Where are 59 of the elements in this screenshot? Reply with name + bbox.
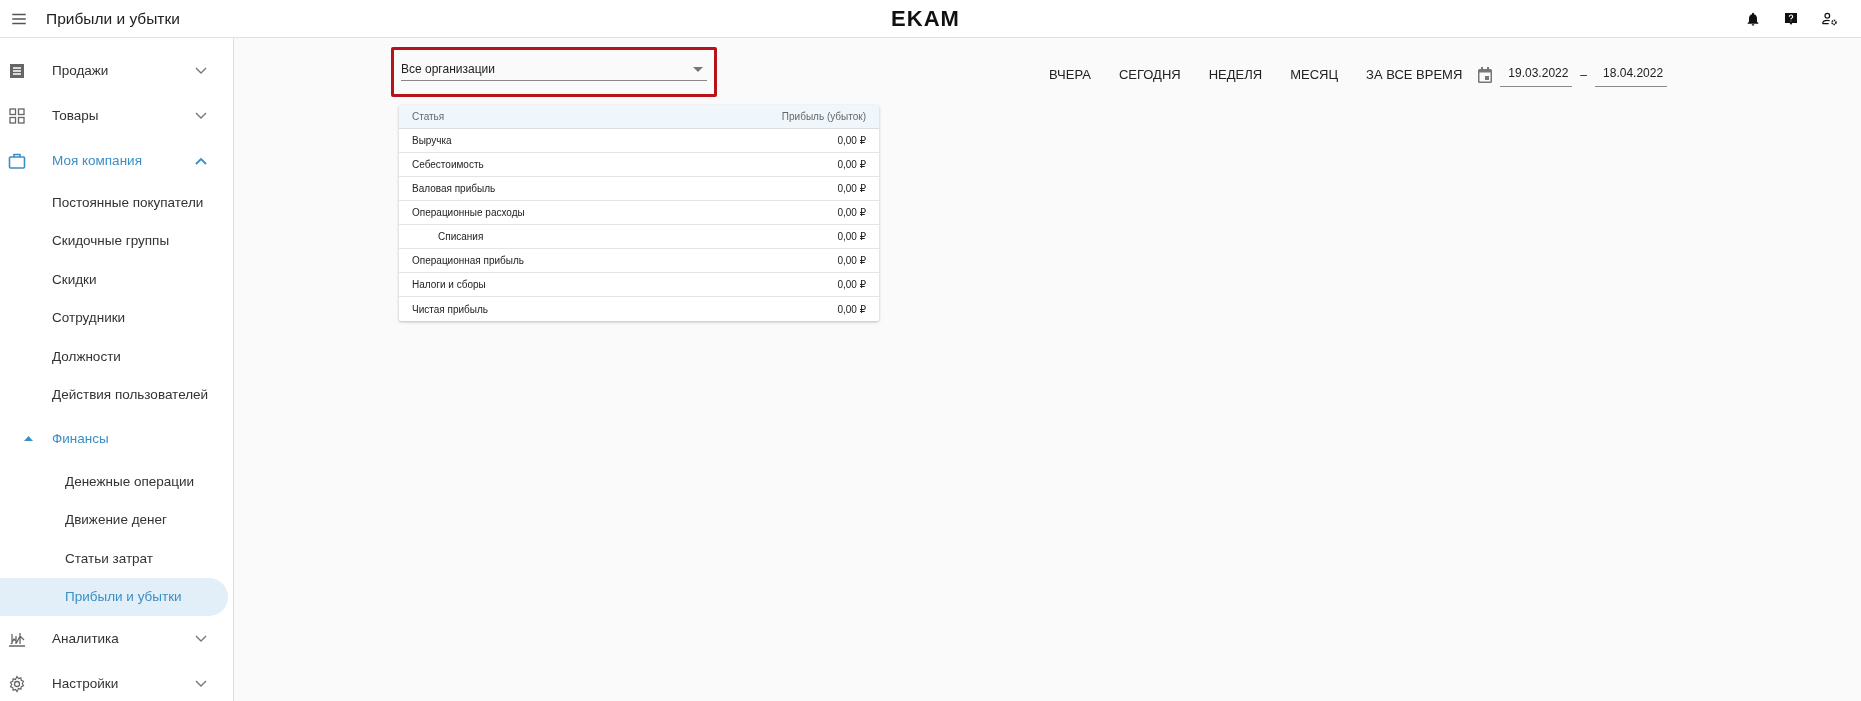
- chevron-down-icon: [195, 111, 207, 120]
- gear-icon: [8, 674, 26, 693]
- table-cell: 0,00 ₽: [837, 207, 866, 218]
- table-cell-text: Списания: [437, 231, 484, 242]
- table-cell: 0,00 ₽: [837, 183, 866, 194]
- nav-item[interactable]: Денежные операции: [0, 462, 233, 501]
- table-cell: Валовая прибыль: [412, 183, 496, 194]
- page-title: Прибыли и убытки: [46, 9, 180, 28]
- nav-item[interactable]: Действия пользователей: [0, 375, 233, 414]
- table-cell: Себестоимость: [412, 159, 484, 170]
- table-cell: 0,00 ₽: [837, 231, 866, 242]
- nav-item[interactable]: Скидки: [0, 260, 233, 299]
- receipt-icon: [8, 61, 26, 80]
- table-cell: Операционные расходы: [412, 207, 525, 218]
- nav-item[interactable]: Моя компания: [0, 138, 233, 183]
- chevron-up-icon: [195, 156, 207, 165]
- triangle-up-icon: [24, 435, 33, 441]
- table-cell: Операционная прибыль: [412, 255, 525, 266]
- calendar-icon[interactable]: [1478, 66, 1493, 83]
- bell-icon[interactable]: [1745, 10, 1761, 27]
- date-to-field[interactable]: 18.04.2022: [1595, 62, 1668, 87]
- logo: EKAM: [891, 6, 960, 32]
- period-button[interactable]: МЕСЯЦ: [1276, 61, 1353, 88]
- date-separator: –: [1580, 67, 1588, 82]
- help-icon[interactable]: [1783, 10, 1799, 27]
- table-cell: Выручка: [412, 135, 452, 146]
- nav-item[interactable]: Настройки: [0, 661, 233, 701]
- nav-item[interactable]: Продажи: [0, 48, 233, 93]
- chevron-down-icon: [195, 634, 207, 643]
- table-cell: Чистая прибыль: [412, 303, 488, 315]
- chevron-down-icon: [195, 66, 207, 75]
- date-from-field[interactable]: 19.03.2022: [1500, 62, 1573, 87]
- briefcase-icon: [8, 151, 26, 170]
- caret-icon: [693, 66, 703, 72]
- period-button[interactable]: НЕДЕЛЯ: [1194, 61, 1277, 88]
- period-button[interactable]: ВЧЕРА: [1035, 61, 1105, 88]
- nav-item[interactable]: Товары: [0, 93, 233, 138]
- nav-item[interactable]: Должности: [0, 337, 233, 376]
- nav-item[interactable]: Движение денег: [0, 500, 233, 539]
- nav-item[interactable]: Аналитика: [0, 616, 233, 661]
- nav-item[interactable]: Скидочные группы: [0, 221, 233, 260]
- nav-item[interactable]: Финансы: [0, 414, 233, 462]
- table-cell: 0,00 ₽: [837, 135, 866, 146]
- nav-item[interactable]: Статьи затрат: [0, 539, 233, 578]
- column-header: Прибыль (убыток): [781, 111, 866, 122]
- table-cell: 0,00 ₽: [837, 279, 866, 290]
- user-settings-icon[interactable]: [1821, 10, 1839, 27]
- grid-icon: [8, 106, 26, 125]
- nav-item[interactable]: Сотрудники: [0, 298, 233, 337]
- period-button[interactable]: ЗА ВСЕ ВРЕМЯ: [1352, 61, 1477, 88]
- column-header: Статья: [412, 111, 445, 122]
- organization-select[interactable]: Все организации: [401, 58, 707, 81]
- table-cell: 0,00 ₽: [837, 255, 866, 266]
- table-cell: 0,00 ₽: [837, 159, 866, 170]
- period-button[interactable]: СЕГОДНЯ: [1104, 61, 1195, 88]
- table-cell: 0,00 ₽: [837, 303, 866, 315]
- nav-item[interactable]: Постоянные покупатели: [0, 183, 233, 222]
- table-cell: Налоги и сборы: [412, 279, 486, 290]
- chevron-down-icon: [195, 679, 207, 688]
